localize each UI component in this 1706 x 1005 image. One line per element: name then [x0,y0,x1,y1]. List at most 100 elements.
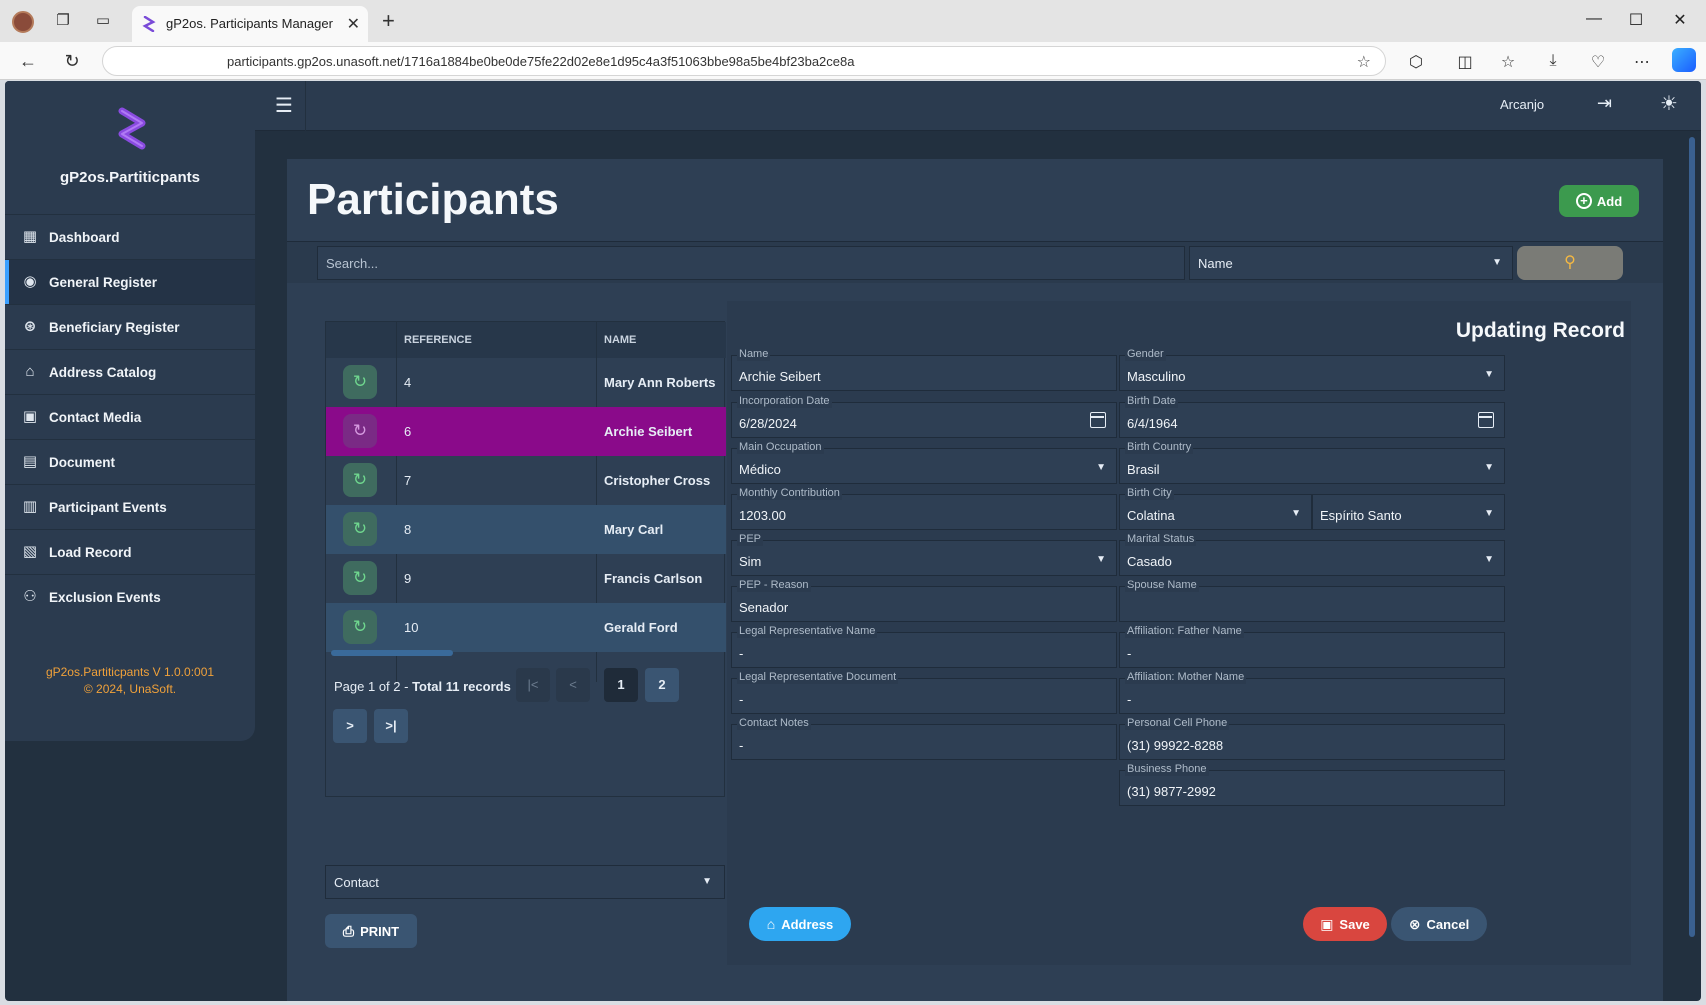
page-scrollbar[interactable] [1689,137,1695,937]
prev-page-button[interactable]: < [556,668,590,702]
incorporation-date-field[interactable]: Incorporation Date 6/28/2024 [731,394,1117,438]
split-screen-icon[interactable]: ◫ [1455,52,1475,72]
close-window-icon[interactable]: ✕ [1670,10,1690,30]
marital-status-select[interactable]: Marital Status Casado ▼ [1119,532,1505,576]
edit-history-icon[interactable]: ↻ [343,414,377,448]
maximize-icon[interactable]: ☐ [1626,10,1646,30]
profile-avatar[interactable] [12,11,34,33]
column-header-reference[interactable]: REFERENCE [404,334,472,346]
cell-name: Cristopher Cross [604,473,711,488]
field-value: Casado [1127,554,1172,569]
minimize-icon[interactable]: — [1584,10,1604,28]
sidebar-item-contact-media[interactable]: ▣ Contact Media [5,394,255,439]
table-row[interactable]: ↻ 4 Mary Ann Roberts [326,358,726,407]
folder-icon: ▤ [22,453,38,470]
name-field[interactable]: Name Archie Seibert [731,347,1117,391]
page-info: Page 1 of 2 - [334,679,413,694]
search-input[interactable]: Search... [317,246,1185,280]
page-1-button[interactable]: 1 [604,668,638,702]
table-row[interactable]: ↻ 9 Francis Carlson [326,554,726,603]
field-value: 1203.00 [739,508,786,523]
back-icon[interactable]: ← [18,51,38,72]
beneficiary-icon: ⊛ [23,318,37,335]
downloads-icon[interactable]: ⤓ [1543,52,1563,70]
table-horizontal-scrollbar[interactable] [331,650,453,656]
more-menu-icon[interactable]: ⋯ [1632,52,1652,72]
sidebar-item-dashboard[interactable]: ▦ Dashboard [5,214,255,259]
sidebar-item-participant-events[interactable]: ▥ Participant Events [5,484,255,529]
birth-date-field[interactable]: Birth Date 6/4/1964 [1119,394,1505,438]
personal-cell-phone-field[interactable]: Personal Cell Phone (31) 99922-8288 [1119,716,1505,760]
theme-toggle-icon[interactable]: ☀ [1660,91,1678,116]
sidebar-item-load-record[interactable]: ▧ Load Record [5,529,255,574]
birth-city-select[interactable]: Birth City Colatina ▼ [1119,486,1312,530]
url-field[interactable]: participants.gp2os.unasoft.net/1716a1884… [102,46,1386,76]
calendar-icon[interactable] [1090,412,1106,428]
edit-history-icon[interactable]: ↻ [343,561,377,595]
logout-icon[interactable]: ⇥ [1597,93,1612,114]
spouse-name-field[interactable]: Spouse Name [1119,578,1505,622]
edit-history-icon[interactable]: ↻ [343,512,377,546]
tab-title: gP2os. Participants Manager [166,16,333,31]
address-button[interactable]: ⌂ Address [749,907,851,941]
edit-history-icon[interactable]: ↻ [343,463,377,497]
hamburger-menu-icon[interactable]: ☰ [275,96,293,116]
next-page-button[interactable]: > [333,709,367,743]
business-phone-field[interactable]: Business Phone (31) 9877-2992 [1119,762,1505,806]
close-tab-icon[interactable]: ✕ [347,14,360,34]
pep-select[interactable]: PEP Sim ▼ [731,532,1117,576]
search-field-value: Name [1198,256,1233,271]
table-row[interactable]: ↻ 10 Gerald Ford [326,603,726,652]
legal-representative-name-field[interactable]: Legal Representative Name - [731,624,1117,668]
chevron-down-icon: ▼ [1484,554,1494,565]
monthly-contribution-field[interactable]: Monthly Contribution 1203.00 [731,486,1117,530]
mother-name-field[interactable]: Affiliation: Mother Name - [1119,670,1505,714]
new-tab-icon[interactable]: + [382,10,395,32]
extensions-icon[interactable]: ⬡ [1406,52,1426,72]
last-page-button[interactable]: >| [374,709,408,743]
contact-card-icon: ▣ [22,408,38,425]
version-info: gP2os.Partiticpants V 1.0.0:001 © 2024, … [5,664,255,698]
legal-representative-document-field[interactable]: Legal Representative Document - [731,670,1117,714]
first-page-button[interactable]: |< [516,668,550,702]
pep-reason-field[interactable]: PEP - Reason Senador [731,578,1117,622]
favorite-star-icon[interactable]: ☆ [1357,52,1371,72]
sidebar-item-label: Address Catalog [49,364,157,380]
birth-country-select[interactable]: Birth Country Brasil ▼ [1119,440,1505,484]
sidebar-item-address-catalog[interactable]: ⌂ Address Catalog [5,349,255,394]
edit-history-icon[interactable]: ↻ [343,610,377,644]
workspaces-icon[interactable]: ❐ [54,13,72,29]
favorites-icon[interactable]: ☆ [1498,52,1518,72]
add-button[interactable]: + Add [1559,185,1639,217]
table-row-selected[interactable]: ↻ 6 Archie Seibert [326,407,726,456]
column-header-name[interactable]: NAME [604,334,636,346]
tab-actions-icon[interactable]: ▭ [94,13,112,29]
table-row[interactable]: ↻ 7 Cristopher Cross [326,456,726,505]
sidebar-item-exclusion-events[interactable]: ⚇ Exclusion Events [5,574,255,619]
save-button[interactable]: ▣ Save [1303,907,1387,941]
copilot-icon[interactable] [1672,48,1696,72]
contact-select[interactable]: Contact ▼ [325,865,725,899]
calendar-icon[interactable] [1478,412,1494,428]
gender-select[interactable]: Gender Masculino ▼ [1119,347,1505,391]
contact-notes-field[interactable]: Contact Notes - [731,716,1117,760]
browser-tab[interactable]: gP2os. Participants Manager ✕ [132,6,368,42]
table-row[interactable]: ↻ 8 Mary Carl [326,505,726,554]
search-button[interactable]: ⚲ [1517,246,1623,280]
birth-state-select[interactable]: Espírito Santo ▼ [1312,494,1505,530]
print-button[interactable]: ⎙ PRINT [325,914,417,948]
field-label: Business Phone [1125,762,1209,776]
browser-essentials-icon[interactable]: ♡ [1588,52,1608,72]
main-occupation-select[interactable]: Main Occupation Médico ▼ [731,440,1117,484]
search-field-select[interactable]: Name ▼ [1189,246,1513,280]
refresh-icon[interactable]: ↻ [62,51,82,72]
sidebar-item-beneficiary-register[interactable]: ⊛ Beneficiary Register [5,304,255,349]
edit-history-icon[interactable]: ↻ [343,365,377,399]
sidebar-item-document[interactable]: ▤ Document [5,439,255,484]
page-2-button[interactable]: 2 [645,668,679,702]
top-bar: ☰ Arcanjo ⇥ ☀ [255,81,1701,131]
cancel-button[interactable]: ⊗ Cancel [1391,907,1487,941]
father-name-field[interactable]: Affiliation: Father Name - [1119,624,1505,668]
cancel-button-label: Cancel [1426,916,1470,932]
sidebar-item-general-register[interactable]: ◉ General Register [5,259,255,304]
